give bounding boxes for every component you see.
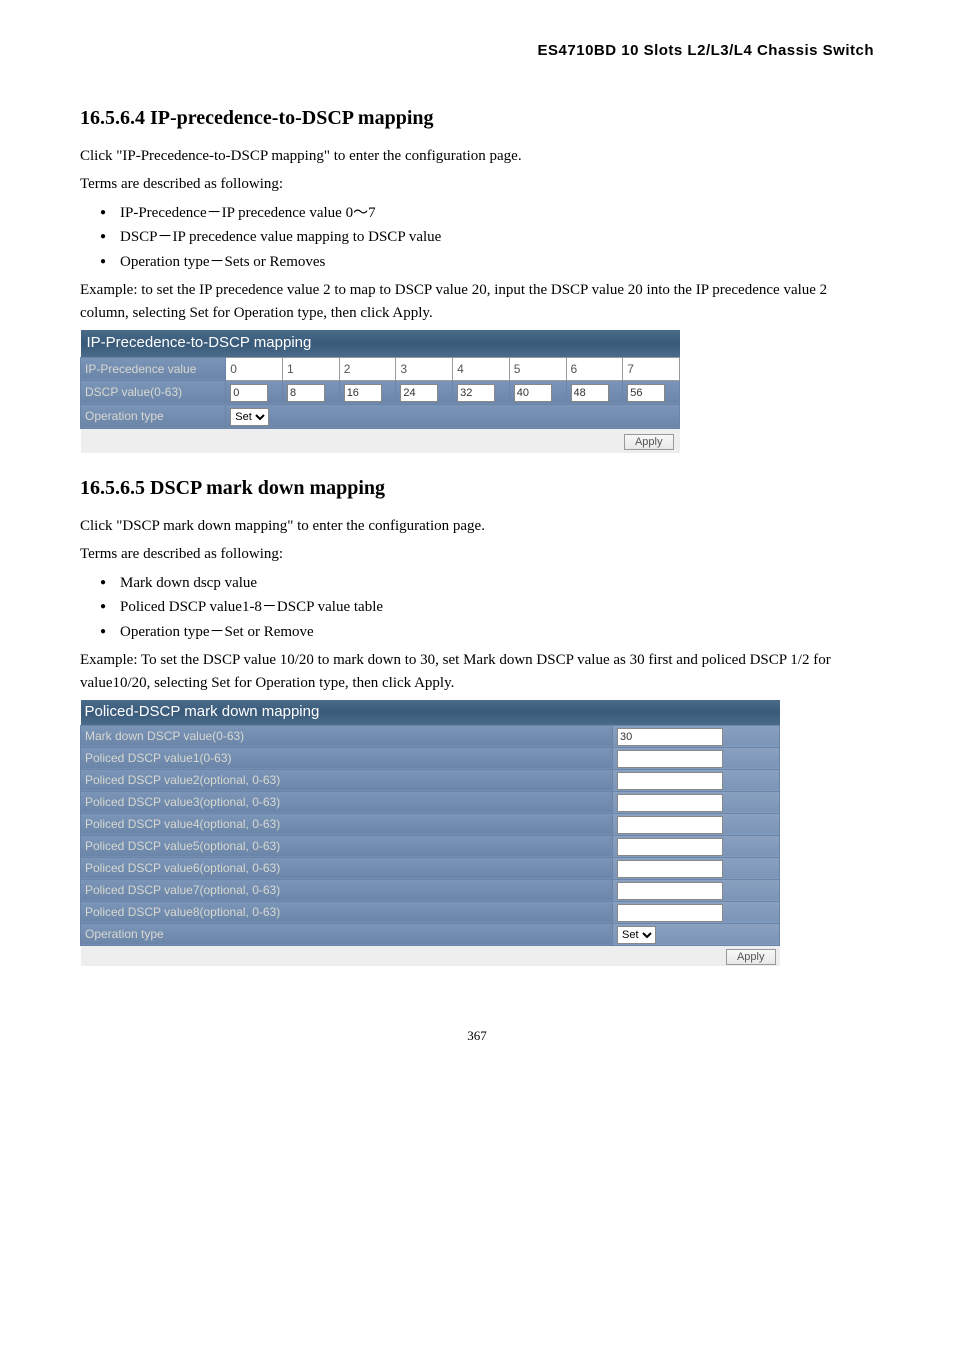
policed-dscp-8-input[interactable] — [617, 904, 723, 922]
row-label: Policed DSCP value3(optional, 0-63) — [81, 791, 613, 813]
dscp-input-0[interactable] — [230, 384, 268, 402]
section2-terms-label: Terms are described as following: — [80, 543, 874, 566]
apply-button[interactable]: Apply — [726, 949, 776, 965]
bullet-item: Mark down dscp value — [100, 572, 874, 595]
precedence-value: 3 — [396, 357, 453, 380]
apply-button[interactable]: Apply — [624, 434, 674, 450]
precedence-value: 4 — [453, 357, 510, 380]
section1-heading: 16.5.6.4 IP-precedence-to-DSCP mapping — [80, 103, 874, 133]
section2-bullets: Mark down dscp value Policed DSCP value1… — [80, 572, 874, 644]
precedence-value: 2 — [339, 357, 396, 380]
precedence-value: 5 — [509, 357, 566, 380]
dscp-input-1[interactable] — [287, 384, 325, 402]
section1-example: Example: to set the IP precedence value … — [80, 279, 874, 324]
row-label: IP-Precedence value — [81, 357, 226, 380]
precedence-value: 0 — [226, 357, 283, 380]
dscp-input-2[interactable] — [344, 384, 382, 402]
policed-dscp-4-input[interactable] — [617, 816, 723, 834]
section1-bullets: IP-Precedence－IP precedence value 0～7 DS… — [80, 202, 874, 274]
section1-terms-label: Terms are described as following: — [80, 173, 874, 196]
bullet-item: Operation type－Sets or Removes — [100, 251, 874, 274]
precedence-value: 6 — [566, 357, 623, 380]
policed-dscp-2-input[interactable] — [617, 772, 723, 790]
row-label: Policed DSCP value6(optional, 0-63) — [81, 857, 613, 879]
row-label: Policed DSCP value5(optional, 0-63) — [81, 835, 613, 857]
dscp-input-3[interactable] — [400, 384, 438, 402]
row-label: Policed DSCP value7(optional, 0-63) — [81, 879, 613, 901]
row-label: Policed DSCP value4(optional, 0-63) — [81, 813, 613, 835]
section1-intro: Click "IP-Precedence-to-DSCP mapping" to… — [80, 145, 874, 168]
policed-dscp-table: Policed-DSCP mark down mapping Mark down… — [80, 700, 780, 966]
table-title: Policed-DSCP mark down mapping — [81, 700, 780, 725]
row-label: Mark down DSCP value(0-63) — [81, 725, 613, 747]
policed-dscp-6-input[interactable] — [617, 860, 723, 878]
row-label: Policed DSCP value2(optional, 0-63) — [81, 769, 613, 791]
bullet-item: Operation type－Set or Remove — [100, 621, 874, 644]
document-header: ES4710BD 10 Slots L2/L3/L4 Chassis Switc… — [80, 40, 874, 63]
dscp-input-5[interactable] — [514, 384, 552, 402]
page-number: 367 — [80, 1026, 874, 1046]
policed-dscp-1-input[interactable] — [617, 750, 723, 768]
precedence-value: 1 — [282, 357, 339, 380]
precedence-value: 7 — [623, 357, 680, 380]
section2-example: Example: To set the DSCP value 10/20 to … — [80, 649, 874, 694]
row-label: Policed DSCP value8(optional, 0-63) — [81, 901, 613, 923]
bullet-item: DSCP－IP precedence value mapping to DSCP… — [100, 226, 874, 249]
dscp-input-7[interactable] — [627, 384, 665, 402]
mark-down-input[interactable] — [617, 728, 723, 746]
dscp-input-6[interactable] — [571, 384, 609, 402]
section2-heading: 16.5.6.5 DSCP mark down mapping — [80, 473, 874, 503]
row-label: Policed DSCP value1(0-63) — [81, 747, 613, 769]
policed-dscp-3-input[interactable] — [617, 794, 723, 812]
operation-type-select[interactable]: Set — [617, 926, 656, 944]
row-label: Operation type — [81, 923, 613, 945]
bullet-item: IP-Precedence－IP precedence value 0～7 — [100, 202, 874, 225]
dscp-input-4[interactable] — [457, 384, 495, 402]
section2-intro: Click "DSCP mark down mapping" to enter … — [80, 515, 874, 538]
bullet-item: Policed DSCP value1-8－DSCP value table — [100, 596, 874, 619]
policed-dscp-7-input[interactable] — [617, 882, 723, 900]
policed-dscp-5-input[interactable] — [617, 838, 723, 856]
operation-type-select[interactable]: Set — [230, 408, 269, 426]
row-label: Operation type — [81, 404, 226, 428]
ip-precedence-table: IP-Precedence-to-DSCP mapping IP-Precede… — [80, 330, 680, 453]
row-label: DSCP value(0-63) — [81, 380, 226, 404]
table-title: IP-Precedence-to-DSCP mapping — [81, 330, 680, 357]
